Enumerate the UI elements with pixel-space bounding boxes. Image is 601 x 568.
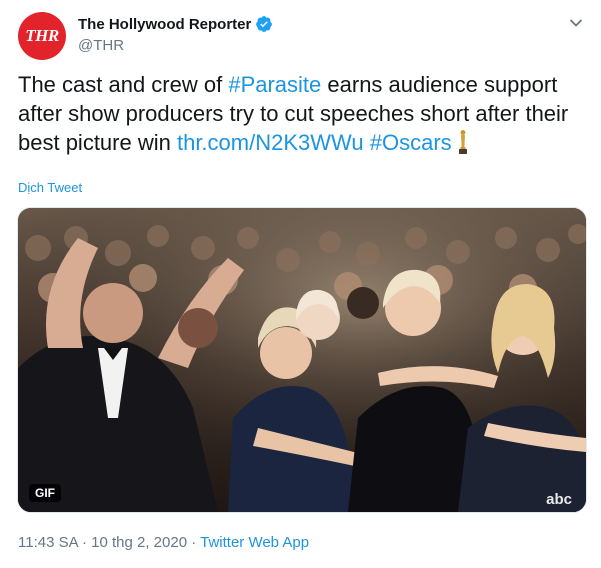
tweet-url-link[interactable]: thr.com/N2K3WWu <box>177 130 364 155</box>
meta-separator: · <box>187 534 201 551</box>
abc-watermark: abc <box>546 491 572 508</box>
meta-separator: · <box>77 534 92 551</box>
avatar[interactable]: THR <box>18 12 66 60</box>
hashtag-oscars-link[interactable]: #Oscars <box>370 130 452 155</box>
tweet-meta: 11:43 SA · 10 thg 2, 2020 · Twitter Web … <box>18 534 309 551</box>
tweet-text-part1: The cast and crew of <box>18 72 229 97</box>
verified-badge-icon <box>256 16 273 32</box>
author-display-name[interactable]: The Hollywood Reporter <box>78 16 251 33</box>
author-name-row[interactable]: The Hollywood Reporter <box>78 15 273 33</box>
chevron-down-icon[interactable] <box>569 16 583 30</box>
tweet-source-link[interactable]: Twitter Web App <box>200 534 309 551</box>
tweet-date[interactable]: 10 thg 2, 2020 <box>91 534 187 551</box>
avatar-logo-text: THR <box>25 26 59 45</box>
gif-badge: GIF <box>29 484 61 502</box>
gif-frame-illustration <box>18 208 586 512</box>
tweet-card: THR The Hollywood Reporter @THR The cast… <box>0 0 601 568</box>
translate-tweet-link[interactable]: Dịch Tweet <box>18 180 82 195</box>
hashtag-parasite-link[interactable]: #Parasite <box>228 72 321 97</box>
author-handle[interactable]: @THR <box>78 37 124 54</box>
tweet-text: The cast and crew of #Parasite earns aud… <box>18 70 588 157</box>
oscar-statue-icon <box>458 130 467 154</box>
gif-media[interactable]: GIF abc <box>17 207 587 513</box>
tweet-time[interactable]: 11:43 SA <box>18 534 78 551</box>
